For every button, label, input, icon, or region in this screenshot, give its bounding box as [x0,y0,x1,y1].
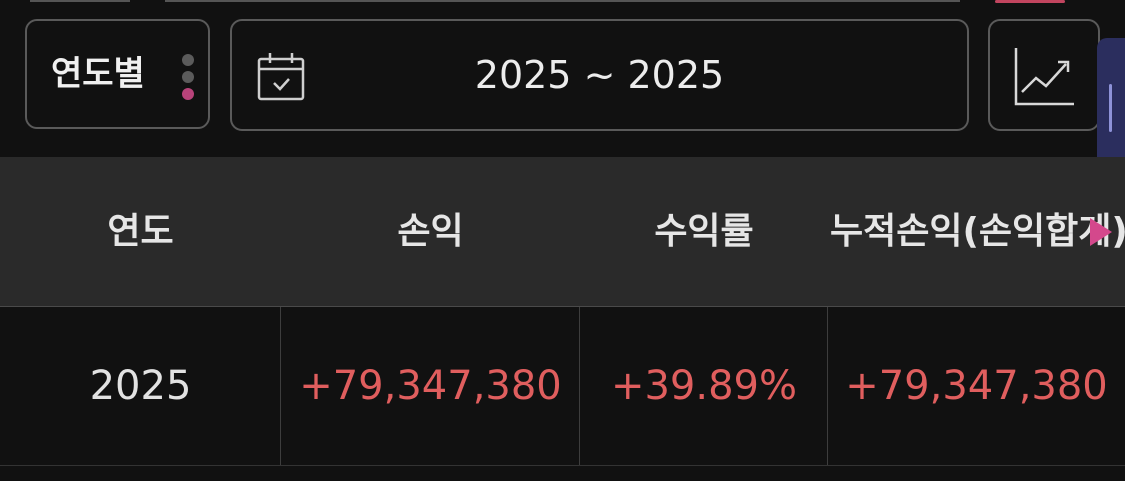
chart-view-button[interactable] [988,19,1100,131]
drawer-grip [1109,84,1112,132]
top-edge-accent [995,0,1065,3]
vertical-dots-icon [182,54,196,100]
header-year[interactable]: 연도 [0,157,281,306]
top-edge-segment [30,0,130,2]
top-edge [0,0,1125,4]
header-profit-loss[interactable]: 손익 [281,157,580,306]
cell-return-rate: +39.89% [610,363,798,409]
date-range-text: 2025 ~ 2025 [474,53,725,97]
table-header: 연도 손익 수익률 누적손익(손익합계) [0,157,1125,306]
cell-profit-loss: +79,347,380 [299,363,562,409]
period-type-label: 연도별 [51,54,145,94]
header-cumulative[interactable]: 누적손익(손익합계) [828,157,1125,306]
line-chart-icon [1014,48,1074,106]
top-edge-segment [165,0,960,2]
cell-year: 2025 [89,363,192,409]
divider [0,465,1125,466]
triangle-right-icon[interactable] [1090,218,1112,246]
cell-cumulative: +79,347,380 [845,363,1108,409]
date-range-picker[interactable]: 2025 ~ 2025 [230,19,969,131]
period-type-select[interactable]: 연도별 [25,19,210,129]
header-return-rate[interactable]: 수익률 [580,157,828,306]
